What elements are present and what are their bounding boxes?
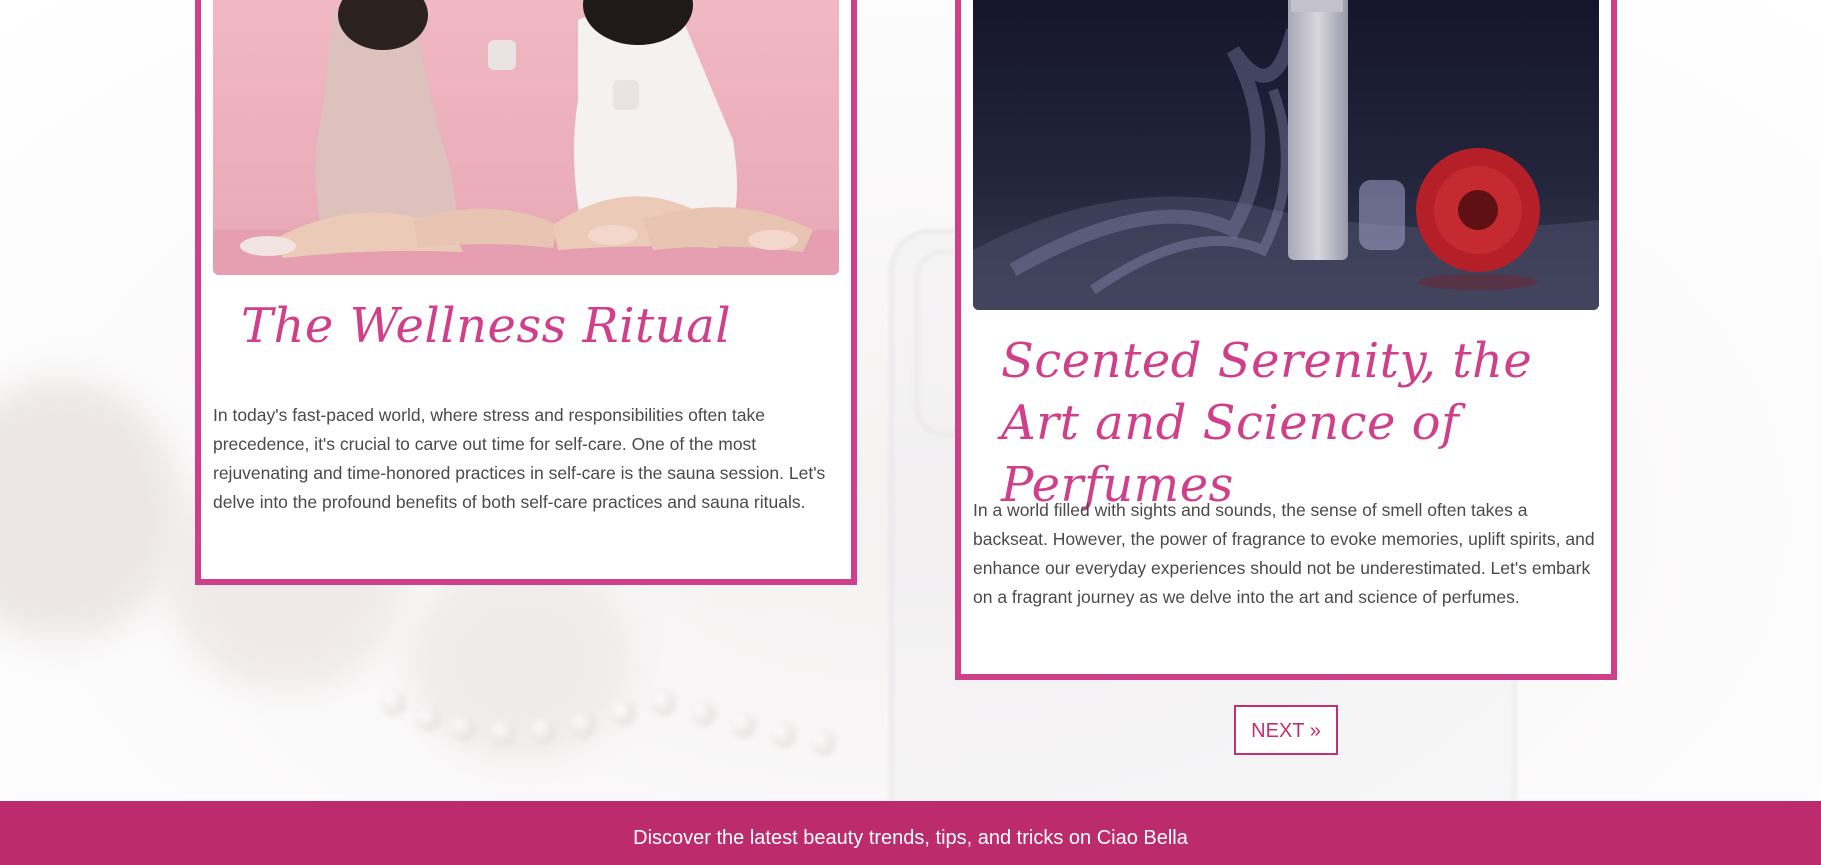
- perfume-photo-illustration: [973, 0, 1599, 310]
- footer-tagline: Discover the latest beauty trends, tips,…: [633, 827, 1188, 849]
- next-page-button[interactable]: NEXT »: [1234, 705, 1338, 755]
- post-excerpt: In a world filled with sights and sounds…: [973, 500, 1595, 607]
- post-title[interactable]: Scented Serenity, the Art and Science of…: [1001, 330, 1571, 516]
- post-title[interactable]: The Wellness Ritual: [241, 295, 811, 357]
- wellness-photo-illustration: [213, 0, 839, 275]
- post-card-wellness: The Wellness Ritual In today's fast-pace…: [195, 0, 857, 585]
- post-excerpt: In today's fast-paced world, where stres…: [213, 405, 826, 512]
- site-footer: Discover the latest beauty trends, tips,…: [0, 801, 1821, 865]
- post-card-perfumes: Scented Serenity, the Art and Science of…: [955, 0, 1617, 680]
- post-image-wellness[interactable]: [213, 0, 839, 275]
- post-image-perfumes[interactable]: [973, 0, 1599, 310]
